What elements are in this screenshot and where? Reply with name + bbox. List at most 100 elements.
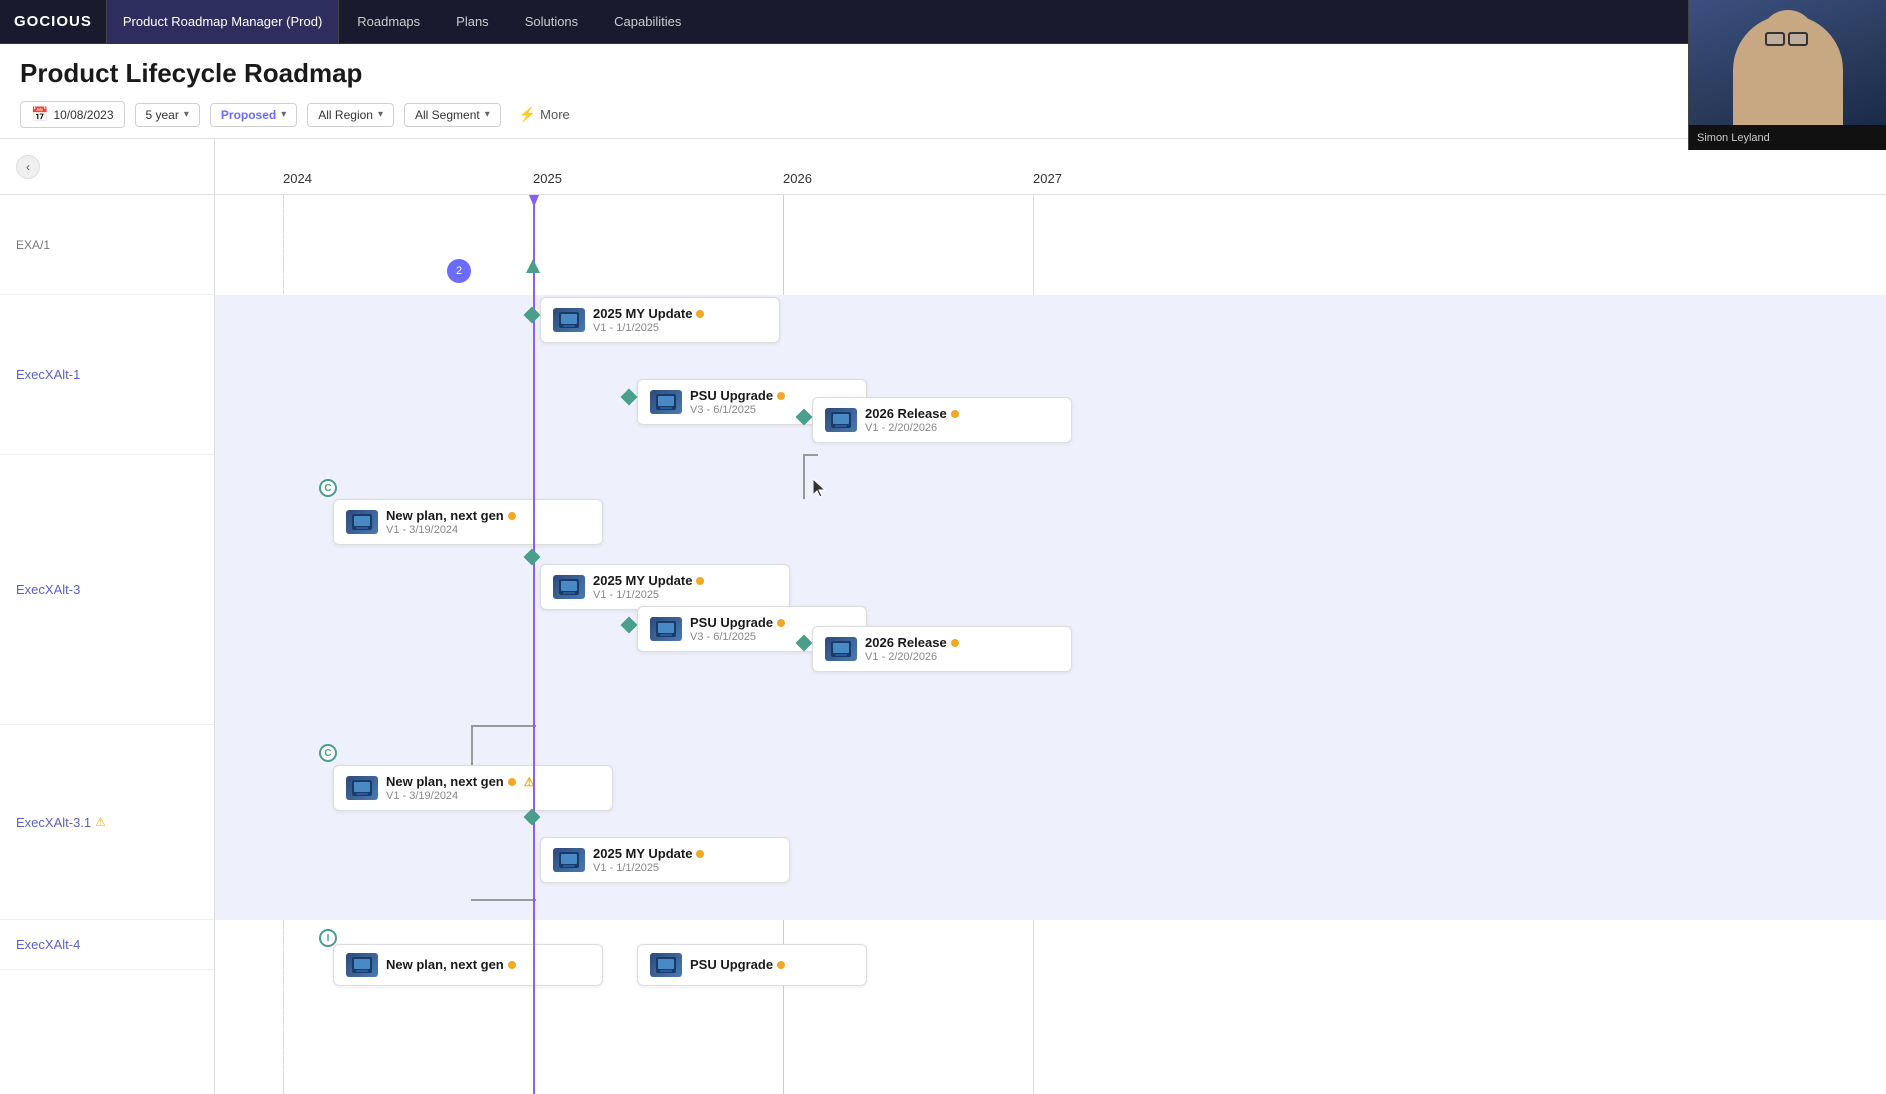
card-icon <box>553 308 585 332</box>
card-icon <box>650 953 682 977</box>
execxalt31-label: ExecXAlt-3.1 <box>16 815 91 830</box>
card-new-plan-execxalt4[interactable]: New plan, next gen <box>333 944 603 986</box>
top-nav: GOCIOUS Product Roadmap Manager (Prod) R… <box>0 0 1886 44</box>
execxalt4-label: ExecXAlt-4 <box>16 937 80 952</box>
app-title: Product Roadmap Manager (Prod) <box>107 0 339 43</box>
year-header: 2024 2025 2026 2027 <box>215 139 1886 195</box>
calendar-icon: 📅 <box>31 106 48 123</box>
card-content: 2025 MY Update V1 - 1/1/2025 <box>593 573 704 601</box>
card-content: PSU Upgrade V3 - 6/1/2025 <box>690 388 785 416</box>
nav-solutions[interactable]: Solutions <box>507 0 596 43</box>
card-subtitle: V1 - 2/20/2026 <box>865 422 959 434</box>
card-2025-my-update-execxalt3[interactable]: 2025 MY Update V1 - 1/1/2025 <box>540 564 790 610</box>
segment-value: All Segment <box>415 108 480 122</box>
card-title: New plan, next gen ⚠ <box>386 774 535 789</box>
card-icon <box>553 848 585 872</box>
card-2025-my-update-exa1[interactable]: 2025 MY Update V1 - 1/1/2025 <box>540 297 780 343</box>
milestone-top <box>526 259 540 273</box>
card-new-plan-execxalt3[interactable]: New plan, next gen V1 - 3/19/2024 <box>333 499 603 545</box>
date-filter[interactable]: 📅 10/08/2023 <box>20 101 125 128</box>
card-new-plan-execxalt31[interactable]: New plan, next gen ⚠ V1 - 3/19/2024 <box>333 765 613 811</box>
card-content: 2025 MY Update V1 - 1/1/2025 <box>593 846 704 874</box>
card-title: 2026 Release <box>865 635 959 650</box>
c-badge-execxalt31: C <box>319 744 337 762</box>
sidebar-item-execxalt4: ExecXAlt-4 <box>0 920 214 970</box>
more-label: More <box>540 107 570 122</box>
card-icon <box>346 953 378 977</box>
card-2026-release-execxalt1[interactable]: 2026 Release V1 - 2/20/2026 <box>812 397 1072 443</box>
segment-filter[interactable]: All Segment ▾ <box>404 103 501 127</box>
chevron-down-icon: ▾ <box>281 109 286 120</box>
sidebar-item-execxalt3: ExecXAlt-3 <box>0 455 214 725</box>
execxalt3-label: ExecXAlt-3 <box>16 582 80 597</box>
card-icon <box>650 390 682 414</box>
status-dot <box>951 639 959 647</box>
status-dot <box>777 392 785 400</box>
nav-plans[interactable]: Plans <box>438 0 507 43</box>
timeframe-filter[interactable]: 5 year ▾ <box>135 103 200 127</box>
status-dot <box>696 310 704 318</box>
logo-area: GOCIOUS <box>0 0 107 43</box>
card-icon <box>650 617 682 641</box>
year-2027: 2027 <box>1033 171 1062 186</box>
chevron-down-icon: ▾ <box>184 109 189 120</box>
status-dot <box>508 961 516 969</box>
card-subtitle: V1 - 2/20/2026 <box>865 651 959 663</box>
date-value: 10/08/2023 <box>53 108 113 122</box>
collapse-button[interactable]: ‹ <box>16 155 40 179</box>
card-title: New plan, next gen <box>386 957 516 972</box>
i-badge-execxalt4: I <box>319 929 337 947</box>
card-title: PSU Upgrade <box>690 388 785 403</box>
warning-icon: ⚠ <box>95 815 106 829</box>
card-subtitle: V3 - 6/1/2025 <box>690 404 785 416</box>
logo: GOCIOUS <box>14 13 92 30</box>
page-title: Product Lifecycle Roadmap <box>20 58 1866 89</box>
card-content: 2026 Release V1 - 2/20/2026 <box>865 635 959 663</box>
status-dot <box>696 850 704 858</box>
row-bg-execxalt31 <box>215 725 1886 920</box>
status-filter[interactable]: Proposed ▾ <box>210 103 297 127</box>
status-value: Proposed <box>221 108 276 122</box>
card-title: 2025 MY Update <box>593 846 704 861</box>
nav-items: Roadmaps Plans Solutions Capabilities <box>339 0 699 43</box>
nav-roadmaps[interactable]: Roadmaps <box>339 0 438 43</box>
card-psu-upgrade-execxalt4[interactable]: PSU Upgrade <box>637 944 867 986</box>
c-badge-execxalt3: C <box>319 479 337 497</box>
sidebar-header: ‹ <box>0 139 214 195</box>
sidebar-item-execxalt31: ExecXAlt-3.1 ⚠ <box>0 725 214 920</box>
card-subtitle: V3 - 6/1/2025 <box>690 631 785 643</box>
video-name: Simon Leyland <box>1689 125 1886 150</box>
card-title: 2025 MY Update <box>593 306 704 321</box>
glasses <box>1765 32 1808 46</box>
card-title: 2026 Release <box>865 406 959 421</box>
region-filter[interactable]: All Region ▾ <box>307 103 394 127</box>
card-title: PSU Upgrade <box>690 957 785 972</box>
status-dot <box>696 577 704 585</box>
bracket-31-bot <box>471 899 536 901</box>
card-subtitle: V1 - 1/1/2025 <box>593 322 704 334</box>
card-icon <box>346 776 378 800</box>
card-icon <box>825 408 857 432</box>
nav-capabilities[interactable]: Capabilities <box>596 0 699 43</box>
card-content: 2026 Release V1 - 2/20/2026 <box>865 406 959 434</box>
card-content: New plan, next gen ⚠ V1 - 3/19/2024 <box>386 774 535 802</box>
card-subtitle: V1 - 3/19/2024 <box>386 524 516 536</box>
row-bg-execxalt3 <box>215 455 1886 725</box>
sidebar-item-exa1: EXA/1 <box>0 195 214 295</box>
region-value: All Region <box>318 108 373 122</box>
sidebar-item-execxalt1: ExecXAlt-1 <box>0 295 214 455</box>
filter-bar: 📅 10/08/2023 5 year ▾ Proposed ▾ All Reg… <box>0 101 1886 138</box>
card-content: PSU Upgrade V3 - 6/1/2025 <box>690 615 785 643</box>
card-title: New plan, next gen <box>386 508 516 523</box>
milestone-numbered-2: 2 <box>447 259 471 283</box>
card-content: New plan, next gen <box>386 957 516 973</box>
more-button[interactable]: ⚡ More <box>511 102 578 127</box>
card-2025-my-update-execxalt31[interactable]: 2025 MY Update V1 - 1/1/2025 <box>540 837 790 883</box>
page-header: Product Lifecycle Roadmap <box>0 44 1886 89</box>
chevron-down-icon: ▾ <box>378 109 383 120</box>
card-2026-release-execxalt3[interactable]: 2026 Release V1 - 2/20/2026 <box>812 626 1072 672</box>
year-2025: 2025 <box>533 171 562 186</box>
today-marker-top <box>529 195 539 207</box>
execxalt1-label: ExecXAlt-1 <box>16 367 80 382</box>
card-subtitle: V1 - 1/1/2025 <box>593 589 704 601</box>
